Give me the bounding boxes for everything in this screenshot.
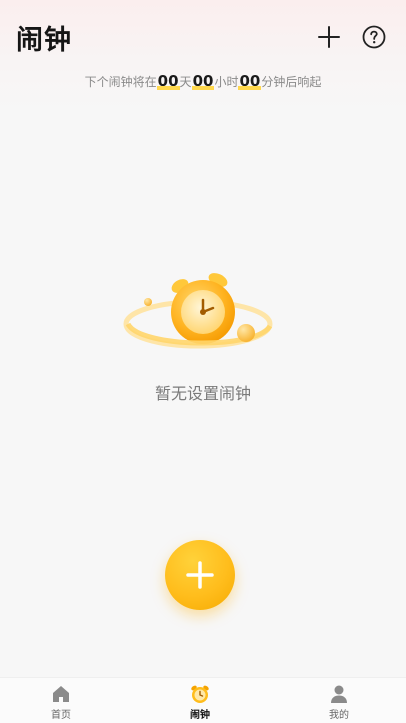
help-icon[interactable] (362, 25, 386, 49)
add-alarm-button[interactable] (165, 540, 235, 610)
countdown-minutes-unit: 分钟后响起 (261, 75, 322, 89)
nav-label-mine: 我的 (329, 710, 349, 721)
plus-icon (186, 561, 214, 589)
countdown-prefix: 下个闹钟将在 (84, 75, 157, 89)
nav-label-alarm: 闹钟 (190, 710, 210, 721)
bottom-nav: 首页 闹钟 我的 (0, 677, 406, 723)
countdown-minutes: 00 (238, 72, 262, 90)
alarm-clock-illustration (120, 268, 276, 358)
nav-label-home: 首页 (51, 710, 71, 721)
countdown-hours-unit: 小时 (214, 75, 239, 89)
page-title: 闹钟 (16, 25, 72, 56)
next-alarm-countdown: 下个闹钟将在00天00小时00分钟后响起 (0, 72, 406, 96)
home-icon (53, 686, 69, 702)
header: 闹钟 (0, 0, 406, 72)
add-alarm-icon[interactable] (317, 25, 341, 49)
countdown-hours: 00 (191, 72, 215, 90)
countdown-days-unit: 天 (179, 75, 192, 89)
user-icon (331, 685, 347, 703)
nav-item-mine[interactable]: 我的 (299, 678, 379, 723)
countdown-days: 00 (156, 72, 180, 90)
nav-item-alarm[interactable]: 闹钟 (160, 678, 240, 723)
alarm-clock-icon (191, 685, 209, 703)
empty-state-message: 暂无设置闹钟 (154, 384, 251, 403)
nav-item-home[interactable]: 首页 (21, 678, 101, 723)
